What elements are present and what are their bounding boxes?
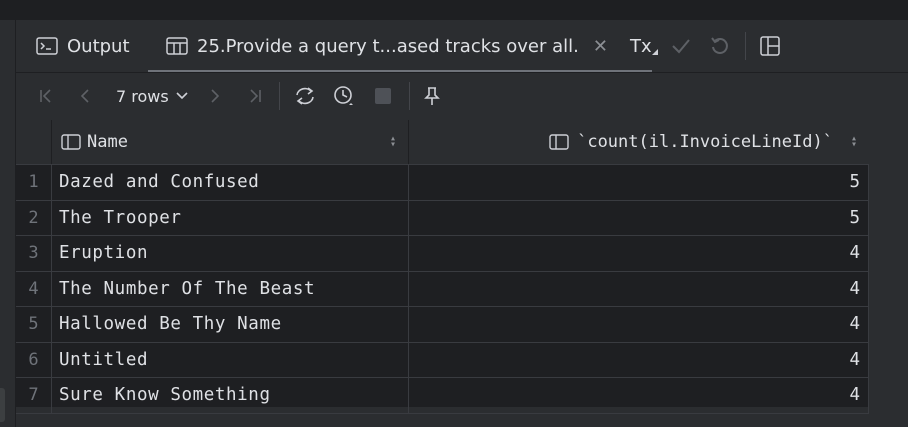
results-toolbar: 7 rows xyxy=(16,73,908,120)
active-tab-indicator xyxy=(148,70,652,72)
sort-icon[interactable]: ▴ ▾ xyxy=(390,134,396,150)
toolbar-separator-2 xyxy=(409,82,410,110)
table-row[interactable]: 5 Hallowed Be Thy Name 4 xyxy=(16,306,869,342)
clock-icon[interactable] xyxy=(332,84,356,108)
row-number: 7 xyxy=(16,378,52,413)
last-page-icon[interactable] xyxy=(243,84,267,108)
tab-output[interactable]: Output xyxy=(36,20,130,72)
row-number-header[interactable] xyxy=(16,120,52,164)
layout-panel-icon[interactable] xyxy=(758,34,782,58)
refresh-icon[interactable] xyxy=(293,84,317,108)
next-page-icon[interactable] xyxy=(203,84,227,108)
cell-count[interactable]: 4 xyxy=(409,342,869,377)
row-number: 6 xyxy=(16,342,52,377)
column-icon xyxy=(61,134,81,150)
grid-rows: 1 Dazed and Confused 5 2 The Trooper 5 3… xyxy=(16,164,869,414)
cell-count[interactable]: 4 xyxy=(409,378,869,413)
dropdown-corner-icon xyxy=(651,49,658,55)
cell-count[interactable]: 5 xyxy=(409,200,869,235)
table-row[interactable]: 3 Eruption 4 xyxy=(16,235,869,271)
column-header-name-label: Name xyxy=(87,132,128,152)
cell-name[interactable]: Eruption xyxy=(52,236,409,271)
row-number: 3 xyxy=(16,236,52,271)
cell-name[interactable]: Sure Know Something xyxy=(52,378,409,413)
close-icon[interactable]: ✕ xyxy=(593,36,608,57)
cell-count[interactable]: 4 xyxy=(409,236,869,271)
tab-query-label: 25.Provide a query t...ased tracks over … xyxy=(197,35,579,57)
table-row[interactable]: 4 The Number Of The Beast 4 xyxy=(16,270,869,306)
column-header-count[interactable]: `count(il.InvoiceLineId)` ▴ ▾ xyxy=(409,120,869,164)
console-icon xyxy=(36,37,58,55)
cell-name[interactable]: Hallowed Be Thy Name xyxy=(52,307,409,342)
left-edge-handle[interactable] xyxy=(0,388,5,422)
row-number: 1 xyxy=(16,165,52,200)
left-edge-panel xyxy=(0,20,16,427)
row-number: 4 xyxy=(16,271,52,306)
table-icon xyxy=(166,37,188,55)
tab-output-label: Output xyxy=(67,35,130,57)
rows-count-dropdown[interactable]: 7 rows xyxy=(116,84,189,108)
column-icon xyxy=(549,134,569,150)
toolbar-separator xyxy=(279,82,280,110)
cell-name[interactable]: Untitled xyxy=(52,342,409,377)
results-grid: Name ▴ ▾ `count(il.InvoiceLineId)` ▴ ▾ 1 D… xyxy=(16,120,869,414)
rollback-icon[interactable] xyxy=(708,34,732,58)
column-header-name[interactable]: Name ▴ ▾ xyxy=(52,120,409,164)
tab-bar-separator xyxy=(745,32,746,60)
rows-count-label: 7 rows xyxy=(116,86,169,106)
table-row[interactable]: 2 The Trooper 5 xyxy=(16,199,869,235)
cell-count[interactable]: 4 xyxy=(409,307,869,342)
row-number: 2 xyxy=(16,200,52,235)
row-number: 5 xyxy=(16,307,52,342)
chevron-down-icon xyxy=(176,92,188,100)
pin-icon[interactable] xyxy=(420,84,444,108)
table-row[interactable]: 6 Untitled 4 xyxy=(16,341,869,377)
first-page-icon[interactable] xyxy=(34,84,58,108)
cell-count[interactable]: 5 xyxy=(409,165,869,200)
tab-query-result[interactable]: 25.Provide a query t...ased tracks over … xyxy=(148,20,652,72)
transaction-mode-button[interactable]: Tx xyxy=(630,20,658,72)
results-tab-bar: Output 25.Provide a query t...ased track… xyxy=(16,20,908,73)
previous-page-icon[interactable] xyxy=(73,84,97,108)
cell-count[interactable]: 4 xyxy=(409,271,869,306)
cell-name[interactable]: Dazed and Confused xyxy=(52,165,409,200)
cell-name[interactable]: The Number Of The Beast xyxy=(52,271,409,306)
sort-icon[interactable]: ▴ ▾ xyxy=(851,134,857,150)
table-row[interactable]: 7 Sure Know Something 4 xyxy=(16,377,869,414)
commit-check-icon[interactable] xyxy=(669,34,693,58)
top-strip xyxy=(0,0,908,20)
column-header-count-label: `count(il.InvoiceLineId)` xyxy=(577,132,833,152)
stop-icon[interactable] xyxy=(371,84,395,108)
tx-label: Tx xyxy=(630,35,652,57)
table-row[interactable]: 1 Dazed and Confused 5 xyxy=(16,164,869,200)
cell-name[interactable]: The Trooper xyxy=(52,200,409,235)
